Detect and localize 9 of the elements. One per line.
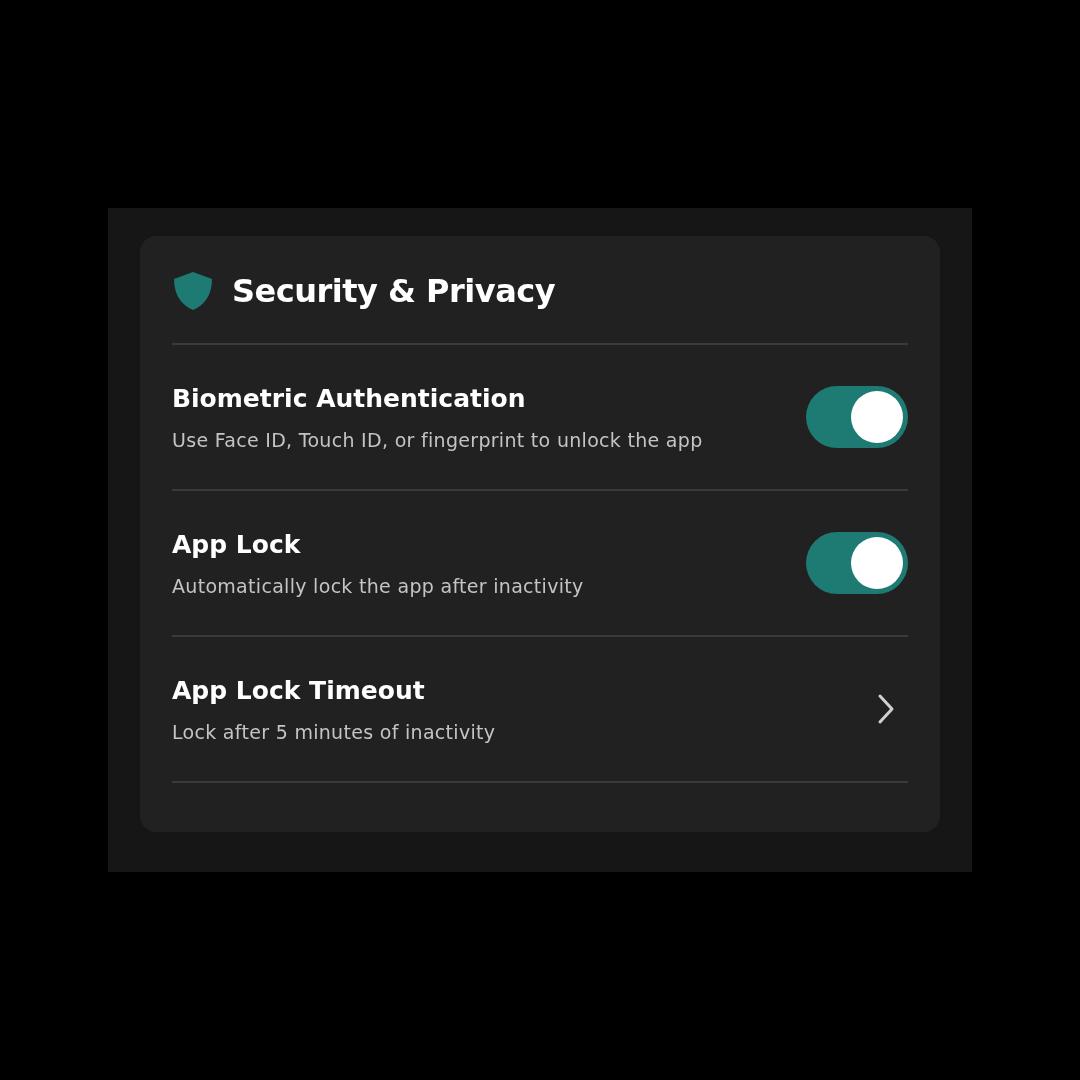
- setting-description: Lock after 5 minutes of inactivity: [172, 720, 496, 743]
- setting-title: App Lock Timeout: [172, 675, 426, 705]
- setting-title: Biometric Authentication: [172, 383, 527, 413]
- setting-title: App Lock: [172, 529, 302, 559]
- chevron-right-icon[interactable]: [876, 693, 896, 725]
- setting-description: Use Face ID, Touch ID, or fingerprint to unlock the app: [172, 428, 703, 451]
- setting-description: Automatically lock the app after inactivity: [172, 574, 584, 597]
- section-title: Security & Privacy: [232, 271, 556, 310]
- shield-icon: [172, 269, 214, 312]
